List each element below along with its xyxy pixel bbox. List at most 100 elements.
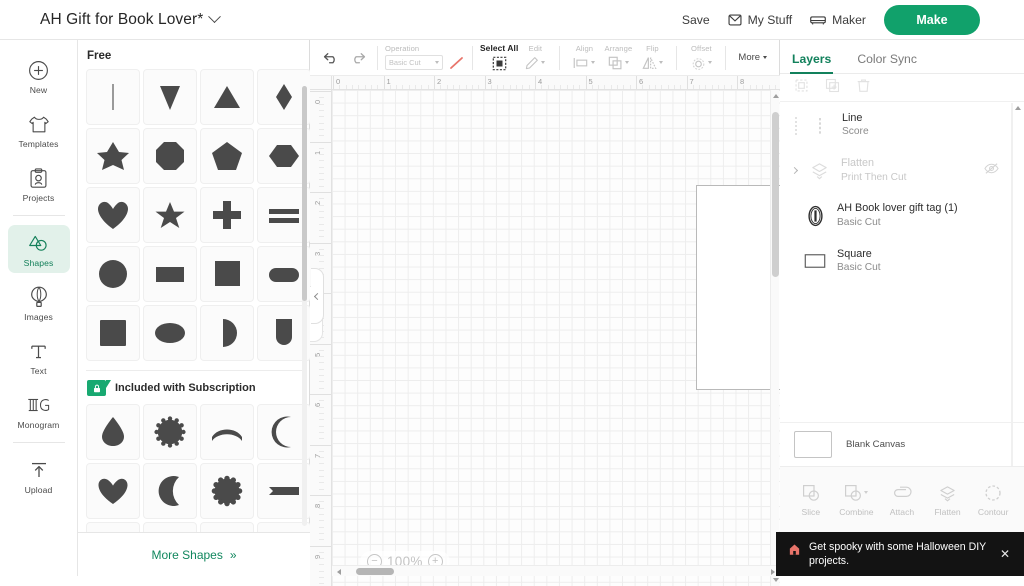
layer-row-square[interactable]: Square Basic Cut xyxy=(780,239,1011,284)
shapes-panel-scroll-thumb[interactable] xyxy=(302,86,307,301)
collapse-shapes-panel-button[interactable] xyxy=(311,268,324,324)
design-grid[interactable]: For the book lover − 100% + xyxy=(332,90,780,586)
group-icon[interactable] xyxy=(794,78,809,98)
canvas-vertical-scrollbar[interactable] xyxy=(770,90,779,586)
blank-canvas-swatch[interactable] xyxy=(794,431,832,458)
layers-scroll-up-arrow-icon[interactable] xyxy=(1015,106,1021,110)
layer-name: Flatten xyxy=(841,157,907,170)
contour-button[interactable]: Contour xyxy=(973,483,1013,517)
shape-heart-wide[interactable] xyxy=(86,463,140,519)
combine-label: Combine xyxy=(839,507,873,517)
shape-ellipse[interactable] xyxy=(143,305,197,361)
flip-menu-button[interactable]: Flip xyxy=(635,44,669,72)
ruler-tick xyxy=(310,192,332,193)
shape-scallop-circle[interactable] xyxy=(200,463,254,519)
machine-label: Maker xyxy=(832,13,866,27)
card-artboard[interactable]: For the book lover xyxy=(696,185,780,390)
chevron-down-icon xyxy=(864,491,868,494)
shape-star-fat[interactable] xyxy=(86,128,140,184)
eye-off-icon[interactable] xyxy=(984,162,999,180)
canvas-area: Operation Basic Cut Select All xyxy=(310,40,780,576)
close-icon[interactable]: ✕ xyxy=(996,543,1014,565)
operation-select[interactable]: Basic Cut xyxy=(385,55,443,70)
canvas-vscroll-thumb[interactable] xyxy=(772,112,779,277)
edit-menu-button[interactable]: Edit xyxy=(518,44,552,72)
undo-button[interactable] xyxy=(318,45,344,71)
shape-half-circle[interactable] xyxy=(200,305,254,361)
align-menu-button[interactable]: Align xyxy=(567,44,601,72)
more-label: More xyxy=(738,52,760,63)
layer-operation: Score xyxy=(842,126,869,139)
offset-menu-button[interactable]: Offset xyxy=(684,44,718,72)
expand-chevron-icon[interactable] xyxy=(791,167,798,174)
shape-octagon[interactable] xyxy=(143,128,197,184)
shape-plus-cross[interactable] xyxy=(200,187,254,243)
sidebar-item-projects[interactable]: Projects xyxy=(8,160,70,208)
subscription-heading: Included with Subscription xyxy=(115,382,256,394)
shape-pentagon[interactable] xyxy=(200,128,254,184)
drag-handle-icon[interactable] xyxy=(795,117,798,135)
make-button[interactable]: Make xyxy=(884,5,980,35)
sidebar-item-monogram[interactable]: Monogram xyxy=(8,387,70,435)
shape-banner-wave[interactable] xyxy=(143,522,197,532)
trash-icon[interactable] xyxy=(856,78,871,98)
shape-square[interactable] xyxy=(200,246,254,302)
shape-line[interactable] xyxy=(86,69,140,125)
sidebar-item-new[interactable]: New xyxy=(8,52,70,100)
machine-selector[interactable]: Maker xyxy=(810,13,866,27)
shape-banner-tail-left[interactable] xyxy=(86,522,140,532)
project-title-dropdown[interactable]: AH Gift for Book Lover* xyxy=(40,11,219,29)
shape-rectangle[interactable] xyxy=(143,246,197,302)
combine-button[interactable]: Combine xyxy=(836,483,876,517)
operation-control[interactable]: Operation Basic Cut xyxy=(385,44,465,72)
select-all-button[interactable]: Select All xyxy=(480,43,518,72)
shape-heart[interactable] xyxy=(86,187,140,243)
layer-row-flatten[interactable]: Flatten Print Then Cut xyxy=(780,148,1011,193)
chevron-down-icon[interactable] xyxy=(209,10,222,23)
save-button[interactable]: Save xyxy=(682,13,710,27)
sidebar-item-upload[interactable]: Upload xyxy=(8,452,70,500)
shape-circle[interactable] xyxy=(86,246,140,302)
shapes-panel-scrollbar[interactable] xyxy=(302,86,307,526)
sidebar-item-images[interactable]: Images xyxy=(8,279,70,327)
sidebar-item-text[interactable]: Text xyxy=(8,333,70,381)
my-stuff-button[interactable]: My Stuff xyxy=(728,13,792,27)
shape-square-solid[interactable] xyxy=(86,305,140,361)
shape-starburst-many[interactable] xyxy=(143,404,197,460)
ruler-minor-tick xyxy=(319,520,324,521)
flatten-button[interactable]: Flatten xyxy=(928,483,968,517)
sidebar-item-templates[interactable]: Templates xyxy=(8,106,70,154)
top-bar: AH Gift for Book Lover* Save My Stuff Ma… xyxy=(0,0,1024,40)
scroll-down-arrow-icon[interactable] xyxy=(773,578,779,582)
slice-button[interactable]: Slice xyxy=(791,483,831,517)
blank-canvas-row[interactable]: Blank Canvas xyxy=(780,422,1024,466)
scroll-up-arrow-icon[interactable] xyxy=(773,94,779,98)
arrange-menu-button[interactable]: Arrange xyxy=(601,44,635,72)
duplicate-icon[interactable] xyxy=(825,78,840,98)
canvas-hscroll-thumb[interactable] xyxy=(356,568,394,575)
shape-star-5[interactable] xyxy=(143,187,197,243)
shape-triangle-up[interactable] xyxy=(200,69,254,125)
ruler-tick xyxy=(737,76,738,90)
chevron-down-icon xyxy=(659,61,663,64)
shape-teardrop[interactable] xyxy=(86,404,140,460)
shape-crescent-moon[interactable] xyxy=(143,463,197,519)
more-menu-button[interactable]: More xyxy=(738,52,767,63)
more-shapes-button[interactable]: More Shapes » xyxy=(78,532,310,576)
layer-row-gift-tag[interactable]: AH Book lover gift tag (1) Basic Cut xyxy=(780,193,1011,238)
shape-arc-bar[interactable] xyxy=(200,404,254,460)
tab-color-sync[interactable]: Color Sync xyxy=(857,52,917,73)
clipboard-icon xyxy=(29,167,48,189)
canvas-horizontal-scrollbar[interactable] xyxy=(332,565,780,576)
shape-triangle-down[interactable] xyxy=(143,69,197,125)
tab-layers[interactable]: Layers xyxy=(792,52,831,73)
attach-button[interactable]: Attach xyxy=(882,483,922,517)
sidebar-item-shapes[interactable]: Shapes xyxy=(8,225,70,273)
layer-row-line[interactable]: Line Score xyxy=(780,103,1011,148)
scroll-right-arrow-icon[interactable] xyxy=(771,569,775,575)
shape-banner-ribbon[interactable] xyxy=(200,522,254,532)
scroll-left-arrow-icon[interactable] xyxy=(337,569,341,575)
line-color-swatch[interactable] xyxy=(448,55,465,70)
sidebar-label-new: New xyxy=(30,85,48,95)
redo-button[interactable] xyxy=(344,45,370,71)
